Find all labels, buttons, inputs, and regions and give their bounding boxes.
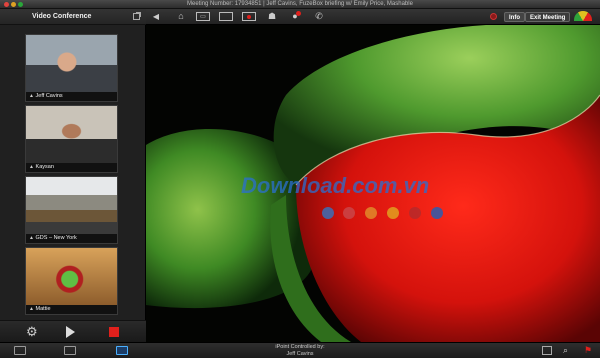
collapse-sidebar-icon[interactable]: ◀: [149, 11, 163, 22]
carousel-dot: [387, 207, 399, 219]
participant-caption: ▲ GDS – New York: [26, 234, 117, 243]
play-icon[interactable]: [66, 326, 75, 338]
exit-meeting-button[interactable]: Exit Meeting: [525, 12, 571, 22]
participant-video: [26, 248, 117, 308]
participants-icon[interactable]: ☗: [265, 11, 279, 22]
participant-video: [26, 35, 117, 95]
person-icon: ▲: [29, 164, 34, 170]
presenter-status: iPoint Controlled by: Jeff Cavins: [0, 344, 600, 357]
carousel-dot: [431, 207, 443, 219]
shared-content-area[interactable]: Download.com.vn: [146, 25, 600, 342]
presenter-prefix: iPoint Controlled by:: [275, 344, 325, 350]
carousel-dot: [322, 207, 334, 219]
image-share-icon[interactable]: ▭: [196, 12, 210, 21]
participant-tile[interactable]: ▲ Kaysan: [25, 105, 118, 173]
person-icon: ▲: [29, 306, 34, 312]
person-icon: ▲: [29, 93, 34, 99]
meeting-toolbar: ◀ ⌂ ▭ ☗ ● ✆ Info Exit Meeting: [146, 9, 600, 25]
carousel-dot: [365, 207, 377, 219]
screen-share-icon[interactable]: [219, 12, 233, 21]
window-title: Meeting Number: 17934851 | Jeff Cavins, …: [187, 1, 413, 7]
popout-icon[interactable]: [133, 12, 141, 20]
layout-grid-icon[interactable]: [542, 346, 552, 355]
chat-notification-badge: [296, 11, 301, 16]
carousel-dot: [409, 207, 421, 219]
bandwidth-gauge-icon: [574, 11, 592, 21]
flag-icon[interactable]: ⚑: [584, 345, 592, 356]
zoom-icon[interactable]: ⌕: [563, 345, 568, 356]
info-button[interactable]: Info: [504, 12, 525, 22]
participant-video: [26, 106, 117, 166]
sidebar-header: Video Conference: [0, 9, 146, 25]
participant-name: Mattie: [35, 306, 51, 312]
participant-tile[interactable]: ▲ Mattie: [25, 247, 118, 315]
bottom-bar: iPoint Controlled by: Jeff Cavins ⌕ ⚑: [0, 342, 600, 358]
title-bar: Meeting Number: 17934851 | Jeff Cavins, …: [0, 0, 600, 9]
sidebar-title: Video Conference: [32, 13, 92, 20]
presenter-name: Jeff Cavins: [286, 350, 314, 357]
participant-name: Jeff Cavins: [35, 93, 63, 99]
home-icon[interactable]: ⌂: [174, 11, 188, 22]
participant-caption: ▲ Kaysan: [26, 163, 117, 172]
participant-caption: ▲ Mattie: [26, 305, 117, 314]
participant-caption: ▲ Jeff Cavins: [26, 92, 117, 101]
person-icon: ▲: [29, 235, 34, 241]
participant-name: GDS – New York: [35, 235, 77, 241]
record-icon[interactable]: [242, 12, 256, 21]
participant-video: [26, 177, 117, 237]
gear-icon[interactable]: ⚙: [26, 324, 38, 340]
carousel-dot: [343, 207, 355, 219]
flower-macro-image: Download.com.vn: [146, 25, 600, 342]
phone-icon[interactable]: ✆: [312, 11, 326, 22]
participant-tile[interactable]: ▲ Jeff Cavins: [25, 34, 118, 102]
stop-icon[interactable]: [109, 327, 119, 337]
watermark-text: Download.com.vn: [241, 173, 429, 198]
video-conference-sidebar: Video Conference ▲ Jeff Cavins ▲ Kaysan …: [0, 9, 146, 342]
participant-tile[interactable]: ▲ GDS – New York: [25, 176, 118, 244]
status-indicator-icon: [490, 13, 497, 20]
sidebar-controls: ⚙: [0, 320, 146, 342]
participant-name: Kaysan: [35, 164, 54, 170]
